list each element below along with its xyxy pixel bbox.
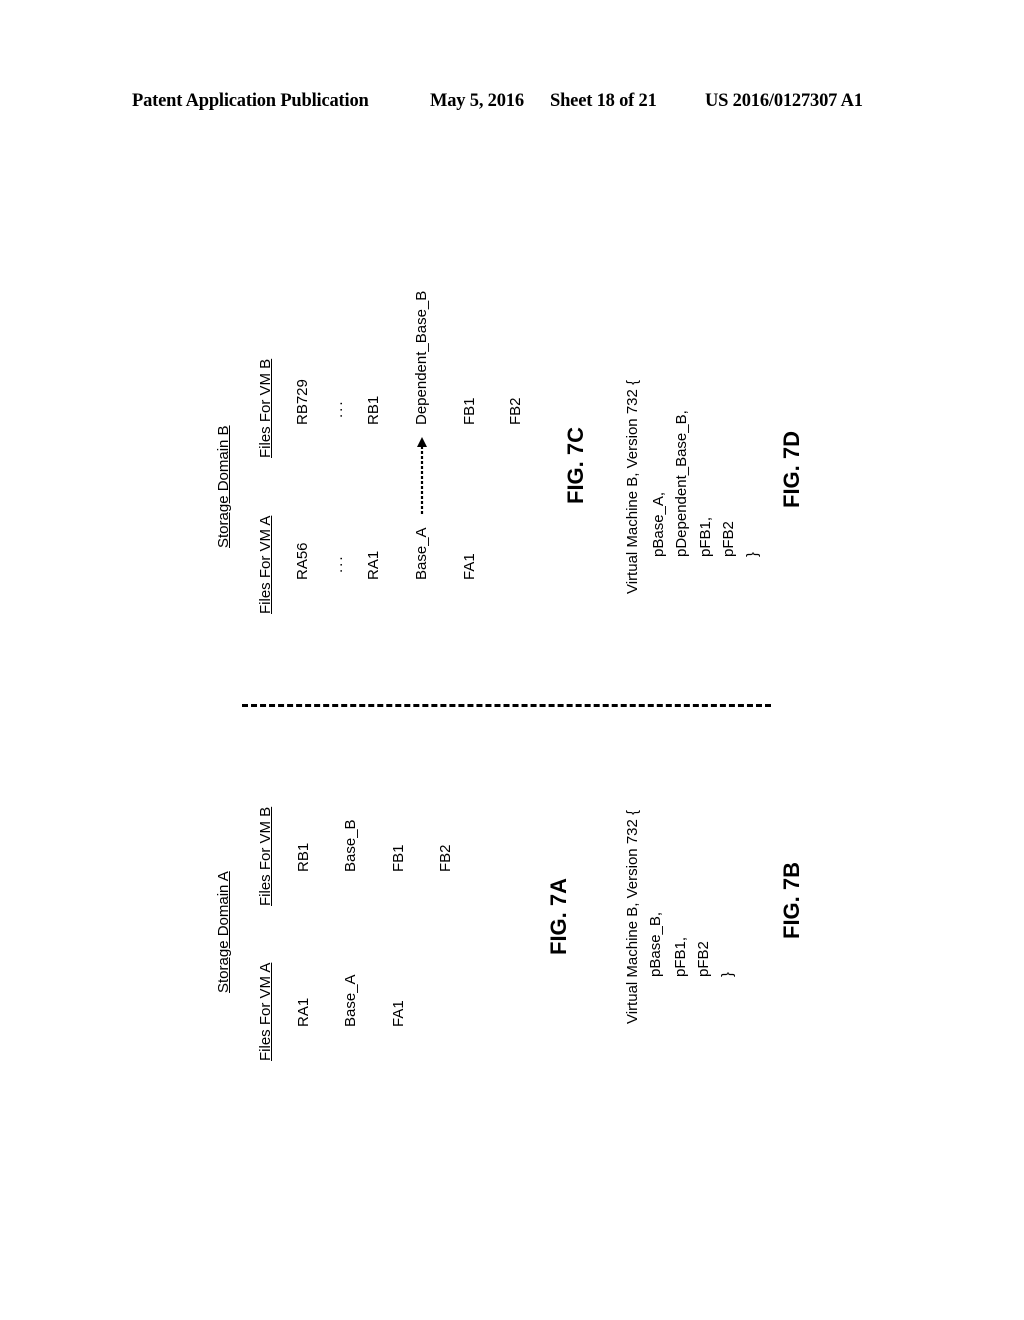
- ellipsis: ...: [329, 399, 346, 418]
- storage-domain-title: Storage Domain A: [215, 871, 232, 993]
- sheet-number: Sheet 18 of 21: [550, 91, 657, 111]
- file-item: RB1: [365, 395, 382, 425]
- file-item: RA1: [365, 550, 382, 580]
- file-item: FA1: [390, 1000, 407, 1027]
- figure-separator: [242, 704, 771, 707]
- storage-domain-title: Storage Domain B: [215, 425, 232, 548]
- file-item: FB2: [437, 844, 454, 872]
- code-line: pBase_A,: [650, 491, 667, 557]
- figure-label: FIG. 7B: [779, 861, 804, 939]
- code-line: pFB2: [695, 941, 712, 977]
- code-line: pDependent_Base_B,: [673, 410, 690, 557]
- code-line: Virtual Machine B, Version 732 {: [624, 809, 641, 1024]
- code-line: pBase_B,: [647, 911, 664, 977]
- publication-type: Patent Application Publication: [132, 91, 369, 111]
- code-line: }: [719, 971, 736, 977]
- code-line: pFB1,: [672, 936, 689, 977]
- file-item: FB1: [390, 844, 407, 872]
- publication-date: May 5, 2016: [430, 91, 524, 111]
- file-item: RA56: [294, 542, 311, 580]
- code-line: pFB2: [720, 521, 737, 557]
- file-item: Base_B: [342, 819, 359, 872]
- column-header-vm-a: Files For VM A: [257, 515, 274, 614]
- code-line: pFB1,: [697, 516, 714, 557]
- file-item: RB1: [295, 842, 312, 872]
- file-item: FB1: [461, 397, 478, 425]
- code-line: Virtual Machine B, Version 732 {: [624, 379, 641, 594]
- file-item: RA1: [295, 997, 312, 1027]
- figure-label: FIG. 7D: [779, 430, 804, 508]
- column-header-vm-a: Files For VM A: [257, 962, 274, 1061]
- publication-number: US 2016/0127307 A1: [705, 91, 863, 111]
- column-header-vm-b: Files For VM B: [257, 806, 274, 906]
- code-line: }: [744, 551, 761, 557]
- file-item: FB2: [507, 397, 524, 425]
- figure-label: FIG. 7A: [546, 877, 571, 955]
- file-item: Base_A: [413, 527, 430, 580]
- column-header-vm-b: Files For VM B: [257, 358, 274, 458]
- file-item: FA1: [461, 553, 478, 580]
- dependency-arrow-icon: [417, 437, 427, 514]
- ellipsis: ...: [329, 554, 346, 573]
- file-item: Base_A: [342, 974, 359, 1027]
- figure-label: FIG. 7C: [563, 426, 588, 504]
- file-item: Dependent_Base_B: [413, 290, 430, 425]
- file-item: RB729: [294, 379, 311, 425]
